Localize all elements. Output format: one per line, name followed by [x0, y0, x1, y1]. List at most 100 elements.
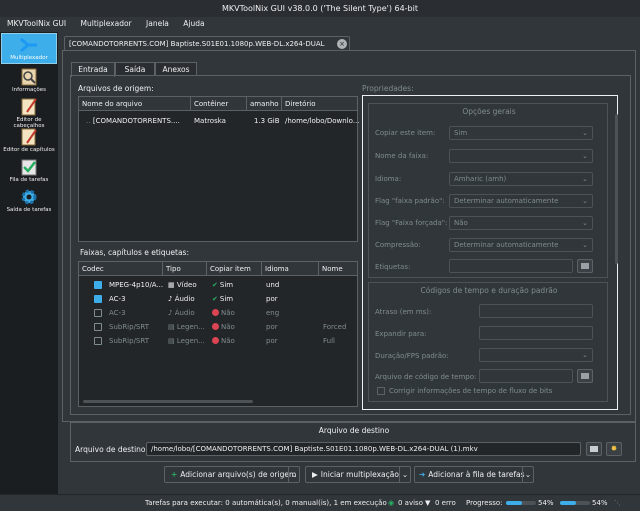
table-row[interactable]: AC-3 ♪ Áudio Não eng — [79, 306, 357, 320]
tab-output[interactable]: Saída — [115, 62, 155, 76]
compression-select[interactable]: Determinar automaticamente ⌄ — [449, 238, 593, 252]
track-codec: SubRip/SRT — [109, 337, 150, 345]
chevron-down-icon: ⌄ — [582, 152, 588, 160]
default-duration-select[interactable]: ⌄ — [479, 348, 593, 362]
track-checkbox[interactable] — [94, 309, 102, 317]
destination-group: Arquivo de destino Arquivo de destino: /… — [70, 422, 636, 462]
recent-destinations-button[interactable]: ✸ — [606, 442, 622, 456]
track-checkbox[interactable] — [94, 295, 102, 303]
compression-label: Compressão: — [375, 241, 421, 249]
tree-branch-icon: ‥ — [86, 117, 91, 125]
default-track-flag-label: Flag "faixa padrão": — [375, 197, 445, 205]
sidebar-item-info[interactable]: Informações — [1, 66, 57, 94]
resize-grip-icon[interactable]: ⋱ — [614, 495, 621, 511]
document-tab[interactable]: [COMANDOTORRENTS.COM] Baptiste.S01E01.10… — [64, 36, 350, 62]
language-select[interactable]: Amharic (amh) ⌄ — [449, 172, 593, 186]
browse-timestamp-button[interactable] — [577, 369, 593, 383]
forced-track-flag-select[interactable]: Não ⌄ — [449, 216, 593, 230]
source-files-header: Nome do arquivo Contêiner amanho Diretór… — [79, 97, 357, 111]
close-icon[interactable]: × — [337, 39, 347, 49]
tab-attachments[interactable]: Anexos — [155, 62, 197, 76]
menu-window[interactable]: Janela — [146, 19, 169, 28]
col-language[interactable]: Idioma — [262, 262, 319, 276]
track-codec: SubRip/SRT — [109, 323, 150, 331]
track-language: und — [266, 281, 280, 289]
menu-bar: MKVToolNix GUI Multiplexador Janela Ajud… — [0, 17, 640, 31]
copy-item-label: Copiar este item: — [375, 129, 436, 137]
properties-label: Propriedades: — [362, 84, 414, 93]
track-name — [320, 292, 359, 306]
tags-label: Etiquetas: — [375, 263, 411, 271]
browse-destination-button[interactable] — [586, 442, 602, 456]
table-row[interactable]: AC-3 ♪ Áudio ✔ Sim por — [79, 292, 357, 306]
menu-help[interactable]: Ajuda — [183, 19, 204, 28]
col-size[interactable]: amanho — [247, 97, 282, 111]
col-copy[interactable]: Copiar item — [207, 262, 262, 276]
audio-icon: ♪ — [168, 295, 173, 303]
default-track-flag-select[interactable]: Determinar automaticamente ⌄ — [449, 194, 593, 208]
fix-timing-checkbox[interactable] — [377, 387, 385, 395]
sidebar-item-job-queue[interactable]: Fila de tarefas — [1, 156, 57, 184]
col-filename[interactable]: Nome do arquivo — [79, 97, 191, 111]
track-checkbox[interactable] — [94, 281, 102, 289]
table-row[interactable]: ‥ [COMANDOTORRENTS.... Matroska 1.3 GiB … — [79, 114, 359, 128]
track-checkbox[interactable] — [94, 323, 102, 331]
chevron-down-icon[interactable]: ⌄ — [288, 467, 299, 482]
timing-title: Códigos de tempo e duração padrão — [420, 286, 558, 295]
tracks-table[interactable]: Codec Tipo Copiar item Idioma Nome MPEG-… — [78, 261, 358, 407]
horizontal-scrollbar[interactable] — [83, 400, 253, 403]
stretch-input[interactable] — [479, 326, 593, 340]
delay-input[interactable] — [479, 304, 593, 318]
progress-bar-fill — [560, 501, 577, 505]
sidebar-item-multiplexer[interactable]: Multiplexador — [1, 33, 57, 64]
subtitle-icon: ▤ — [168, 323, 175, 331]
add-source-files-button[interactable]: + Adicionar arquivo(s) de origem ⌄ — [164, 466, 300, 483]
col-name[interactable]: Nome — [319, 262, 359, 276]
file-container: Matroska — [194, 117, 226, 125]
destination-title: Arquivo de destino — [318, 426, 390, 435]
col-type[interactable]: Tipo — [163, 262, 207, 276]
browse-tags-button[interactable] — [577, 259, 593, 273]
chevron-down-icon[interactable]: ⌄ — [522, 467, 533, 482]
table-row[interactable]: SubRip/SRT ▤ Legen... Não por Full — [79, 334, 357, 348]
track-checkbox[interactable] — [94, 337, 102, 345]
no-entry-icon — [212, 309, 219, 316]
errors-count: 0 erro — [435, 499, 456, 507]
add-to-queue-button[interactable]: ➔ Adicionar à fila de tarefas ⌄ — [414, 466, 534, 483]
vertical-scrollbar[interactable] — [615, 114, 618, 264]
language-label: Idioma: — [375, 175, 402, 183]
tracks-header: Codec Tipo Copiar item Idioma Nome — [79, 262, 357, 276]
file-directory: /home/lobo/Downlo... — [285, 117, 359, 125]
chevron-down-icon[interactable]: ⌄ — [399, 467, 410, 482]
window-title: MKVToolNix GUI v38.0.0 ('The Silent Type… — [221, 4, 418, 13]
file-size: 1.3 GiB — [254, 117, 280, 125]
table-row[interactable]: SubRip/SRT ▤ Legen... Não por Forced — [79, 320, 357, 334]
track-name-select[interactable]: ⌄ — [449, 149, 593, 163]
track-type: Áudio — [174, 295, 195, 303]
folder-icon — [590, 446, 598, 452]
col-container[interactable]: Contêiner — [191, 97, 247, 111]
sidebar-item-chapter-editor[interactable]: Editor de capítulos — [1, 126, 57, 154]
copy-item-select[interactable]: Sim ⌄ — [449, 126, 593, 140]
error-icon: ▼ — [425, 499, 431, 507]
start-multiplexing-button[interactable]: ▶ Iniciar multiplexação ⌄ — [305, 466, 411, 483]
sidebar-item-job-output[interactable]: Saída de tarefas — [1, 186, 57, 214]
track-copy: Não — [221, 337, 235, 345]
track-name-label: Nome da faixa: — [375, 152, 429, 160]
tags-input[interactable] — [449, 259, 573, 273]
col-directory[interactable]: Diretório — [282, 97, 359, 111]
audio-icon: ♪ — [168, 309, 173, 317]
subtitle-icon: ▤ — [168, 337, 175, 345]
menu-multiplexer[interactable]: Multiplexador — [81, 19, 132, 28]
track-type: Legen... — [176, 337, 205, 345]
plus-icon: + — [171, 470, 178, 479]
timestamp-file-input[interactable] — [479, 369, 573, 383]
menu-mkvtoolnix[interactable]: MKVToolNix GUI — [7, 19, 66, 28]
table-row[interactable]: MPEG-4p10/A... ▦ Vídeo ✔ Sim und — [79, 278, 357, 292]
track-name: Forced — [323, 323, 347, 331]
sidebar-item-header-editor[interactable]: Editor de cabeçalhos — [1, 96, 57, 129]
no-entry-icon — [212, 323, 219, 330]
col-codec[interactable]: Codec — [79, 262, 163, 276]
source-files-table[interactable]: Nome do arquivo Contêiner amanho Diretór… — [78, 96, 359, 242]
destination-path-input[interactable]: /home/lobo/[COMANDOTORRENTS.COM] Baptist… — [146, 442, 581, 456]
